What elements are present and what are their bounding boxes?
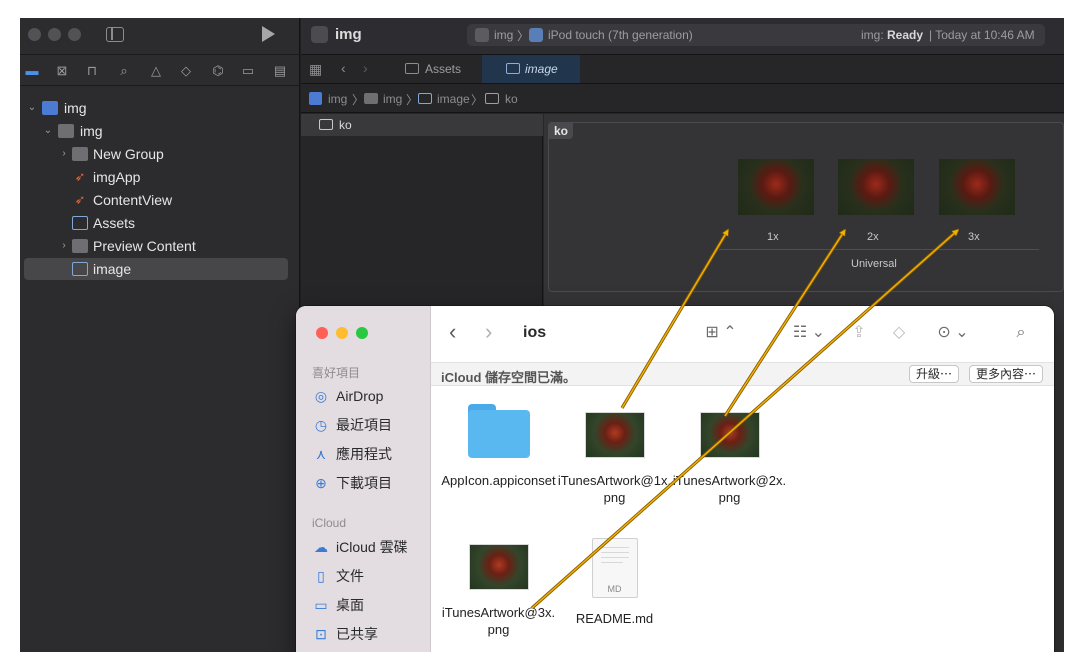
arrow-1x-fill bbox=[621, 230, 728, 409]
xcode-window: ▬ ⊠ ⊓ ⌕ △ ◇ ⌬ ▭ ▤ ⌄ img ⌄ img › New Grou… bbox=[20, 18, 1064, 652]
annotation-arrows bbox=[530, 18, 1064, 610]
arrow-2x-fill bbox=[724, 230, 845, 417]
arrow-3x-fill bbox=[531, 230, 958, 609]
